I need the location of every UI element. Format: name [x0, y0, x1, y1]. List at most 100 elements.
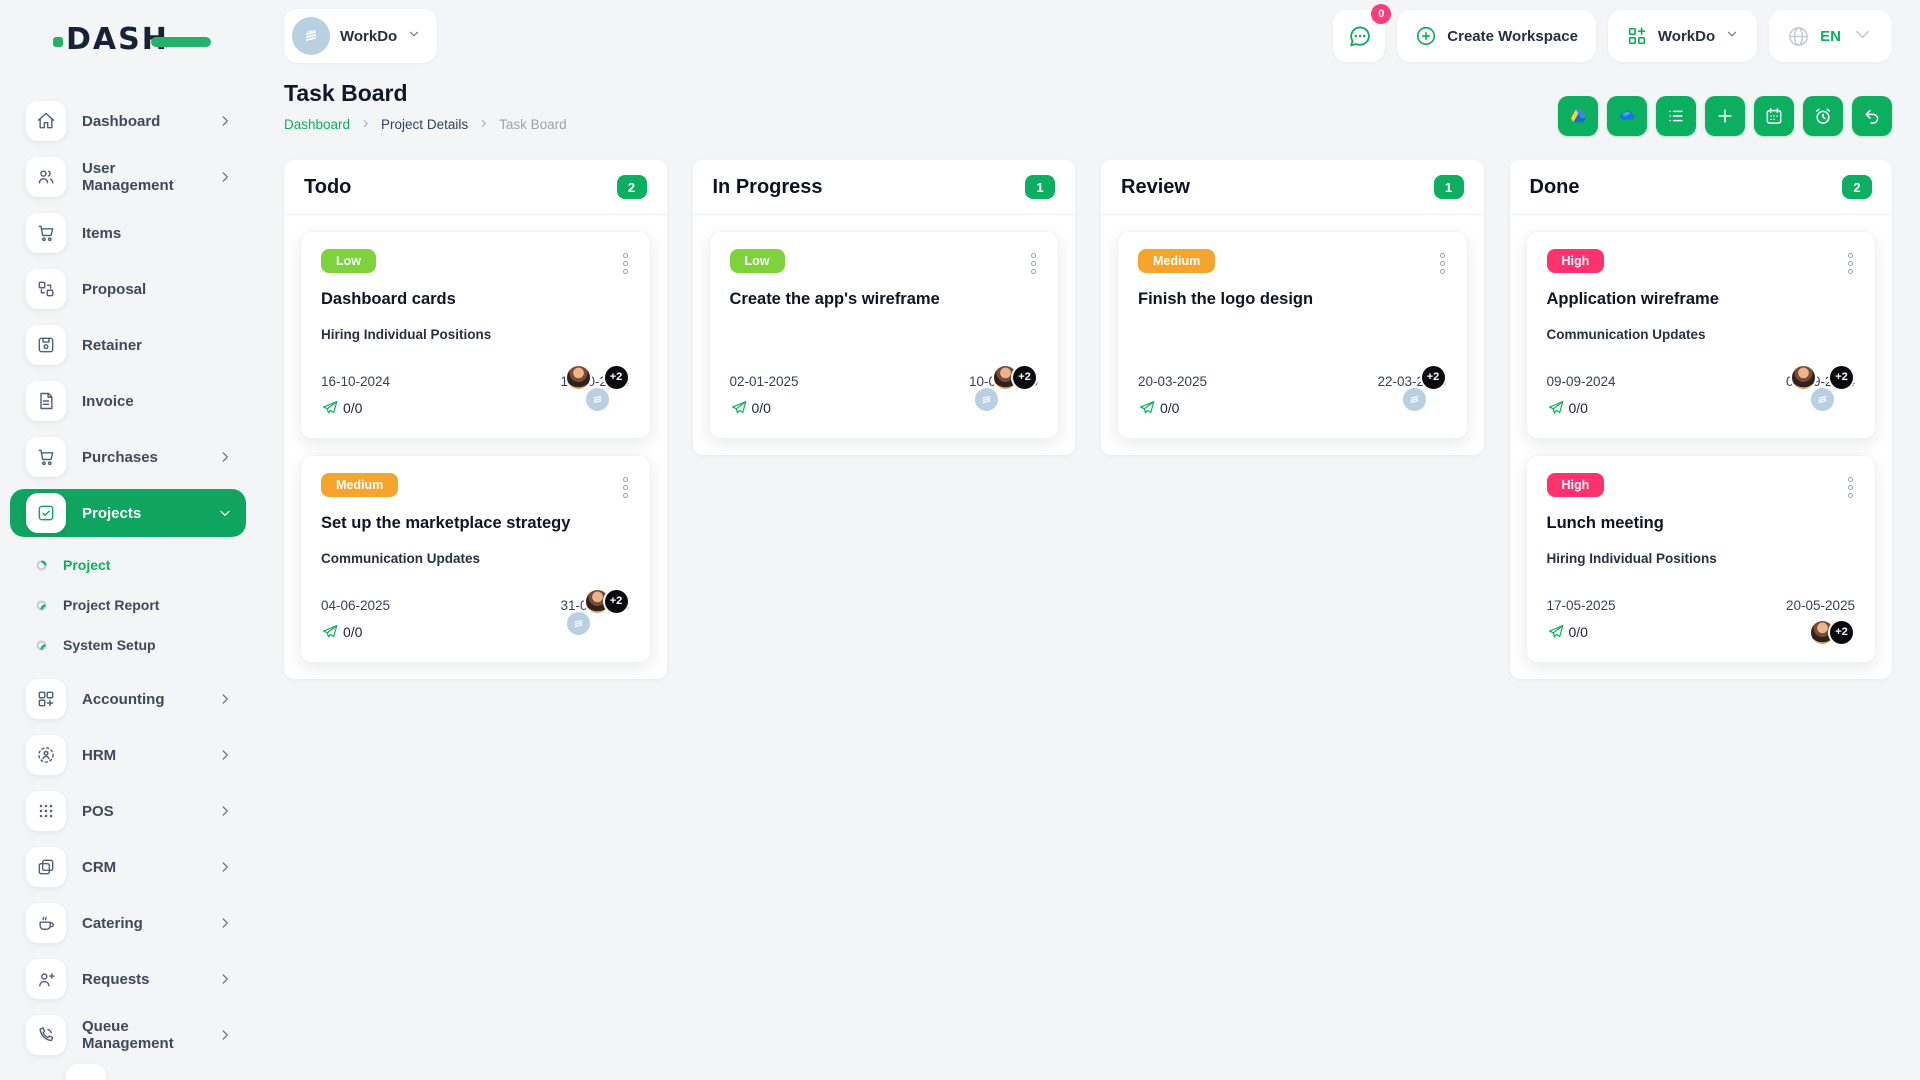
kanban-board: Todo 2 Low Dashboard cards Hiring Indivi… [284, 160, 1892, 679]
google-drive-icon [1570, 109, 1586, 123]
card-menu-button[interactable] [1846, 473, 1855, 502]
sidebar-item-pos[interactable]: POS [10, 787, 246, 835]
task-milestone [1138, 327, 1447, 344]
language-selector[interactable]: EN [1769, 10, 1892, 62]
chevron-right-icon [218, 114, 232, 128]
sidebar-item-projects[interactable]: Projects [10, 489, 246, 537]
assignee-avatars: +2 [564, 363, 630, 453]
column-title: Done [1529, 175, 1580, 198]
task-card[interactable]: Low Create the app's wireframe 02-01-202… [708, 231, 1059, 439]
priority-badge: Low [321, 249, 376, 273]
chevron-right-icon [218, 748, 232, 762]
dash-logo[interactable]: DASH [53, 22, 211, 57]
cart-icon [26, 213, 66, 253]
task-progress: 0/0 [1547, 623, 1588, 641]
task-progress: 0/0 [321, 623, 362, 641]
sidebar-item-queue-management[interactable]: Queue Management [10, 1011, 246, 1059]
task-milestone: Communication Updates [321, 551, 481, 566]
card-menu-button[interactable] [621, 249, 630, 278]
sidebar-item-user-management[interactable]: User Management [10, 153, 246, 201]
assignee-avatars: +2 [1790, 363, 1855, 453]
app-switcher-button[interactable]: WorkDo [1607, 10, 1758, 62]
column-count-badge: 2 [1842, 175, 1872, 199]
sidebar-item-requests[interactable]: Requests [10, 955, 246, 1003]
list-view-button[interactable] [1656, 96, 1696, 136]
sidebar-item-invoice[interactable]: Invoice [10, 377, 246, 425]
task-card[interactable]: High Lunch meeting Hiring Individual Pos… [1525, 455, 1876, 663]
donut-icon [36, 599, 47, 611]
breadcrumb-dashboard[interactable]: Dashboard [284, 117, 350, 132]
calendar-button[interactable] [1754, 96, 1794, 136]
sidebar-item-proposal[interactable]: Proposal [10, 265, 246, 313]
google-drive-button[interactable] [1558, 96, 1598, 136]
pos-grid-icon [26, 791, 66, 831]
column-in-progress: In Progress 1 Low Create the app's wiref… [692, 160, 1075, 455]
avatar-workdo-logo [1400, 385, 1428, 413]
column-title: Todo [304, 175, 352, 198]
task-progress: 0/0 [730, 399, 771, 417]
add-task-button[interactable] [1705, 96, 1745, 136]
avatar-workdo-logo [973, 385, 1000, 413]
donut-icon [36, 639, 47, 651]
onedrive-icon [1619, 110, 1635, 120]
priority-badge: Medium [1138, 249, 1216, 273]
task-card[interactable]: Medium Set up the marketplace strategy C… [300, 455, 651, 663]
messages-button[interactable]: 0 [1333, 4, 1392, 62]
sidebar-item-accounting[interactable]: Accounting [10, 675, 246, 723]
task-title: Set up the marketplace strategy [321, 514, 571, 532]
phone-icon [26, 1015, 66, 1055]
avatar [1790, 363, 1817, 391]
task-milestone: Communication Updates [1546, 327, 1706, 342]
sidebar-item-hrm[interactable]: HRM [10, 731, 246, 779]
sidebar-item-crm[interactable]: CRM [10, 843, 246, 891]
avatar-more-count: +2 [1011, 363, 1038, 391]
priority-badge: Medium [321, 473, 399, 497]
sidebar-item-catering[interactable]: Catering [10, 899, 246, 947]
home-icon [26, 101, 66, 141]
timer-button[interactable] [1803, 96, 1843, 136]
sidebar-nav: Dashboard User Management Items Proposal… [0, 97, 260, 1059]
breadcrumb-current: Task Board [499, 117, 567, 132]
onedrive-button[interactable] [1607, 96, 1647, 136]
back-button[interactable] [1852, 96, 1892, 136]
chevron-right-icon [218, 450, 232, 464]
invoice-icon [26, 381, 66, 421]
avatar-workdo-logo [564, 609, 592, 637]
sidebar-item-retainer[interactable]: Retainer [10, 321, 246, 369]
task-title: Application wireframe [1546, 290, 1719, 308]
card-menu-button[interactable] [621, 473, 630, 502]
submenu-item-project-report[interactable]: Project Report [0, 585, 260, 625]
task-title: Dashboard cards [321, 290, 456, 308]
task-card[interactable]: High Application wireframe Communication… [1525, 231, 1876, 439]
priority-badge: High [1546, 249, 1605, 273]
sidebar-item-purchases[interactable]: Purchases [10, 433, 246, 481]
task-start-date: 09-09-2024 [1546, 374, 1616, 389]
topbar: WorkDo 0 Create Workspace WorkDo EN [260, 0, 1920, 72]
sidebar-item-dashboard[interactable]: Dashboard [10, 97, 246, 145]
users-icon [26, 157, 66, 197]
chevron-down-icon [1725, 27, 1739, 45]
projects-submenu: Project Project Report System Setup [0, 545, 260, 665]
create-workspace-button[interactable]: Create Workspace [1397, 10, 1596, 62]
sidebar-item-items[interactable]: Items [10, 209, 246, 257]
card-menu-button[interactable] [1846, 249, 1855, 278]
submenu-item-project[interactable]: Project [0, 545, 260, 585]
avatar-more-count: +2 [602, 363, 630, 391]
plus-circle-icon [1417, 26, 1436, 46]
messages-count-badge: 0 [1371, 4, 1392, 24]
breadcrumb-project-details[interactable]: Project Details [381, 117, 468, 132]
submenu-item-system-setup[interactable]: System Setup [0, 625, 260, 665]
workspace-selector[interactable]: WorkDo [284, 9, 438, 63]
task-start-date: 02-01-2025 [729, 374, 799, 389]
chevron-right-icon [218, 860, 232, 874]
task-card[interactable]: Low Dashboard cards Hiring Individual Po… [300, 231, 651, 439]
column-count-badge: 2 [616, 175, 647, 199]
task-card[interactable]: Medium Finish the logo design 20-03-2025… [1117, 231, 1468, 439]
clipped-next-item-tile [66, 1064, 106, 1080]
avatar-more-count: +2 [1828, 618, 1855, 646]
undo-arrow-icon [1865, 109, 1879, 124]
card-menu-button[interactable] [1438, 249, 1447, 278]
task-start-date: 20-03-2025 [1138, 374, 1208, 389]
task-progress: 0/0 [1547, 399, 1588, 417]
card-menu-button[interactable] [1029, 249, 1038, 278]
